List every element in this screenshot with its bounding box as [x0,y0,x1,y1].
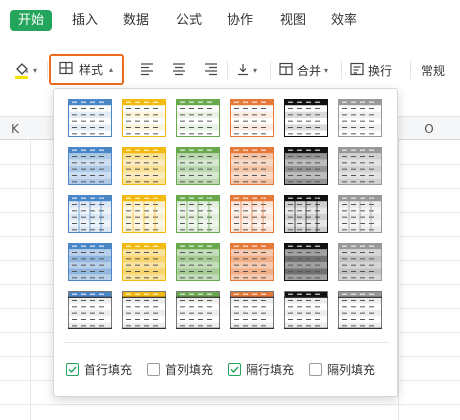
chevron-up-icon: ▴ [109,65,114,74]
align-bottom-icon [236,61,250,80]
table-style-swatch-5-1[interactable] [68,291,112,329]
toolbar-divider [47,61,48,79]
table-style-swatch-3-4[interactable] [230,195,274,233]
merge-cells-icon [279,61,293,80]
table-style-grid [68,99,386,339]
table-style-swatch-1-2[interactable] [122,99,166,137]
table-style-icon [59,60,73,79]
table-style-swatch-2-4[interactable] [230,147,274,185]
table-style-swatch-2-5[interactable] [284,147,328,185]
table-style-swatch-1-5[interactable] [284,99,328,137]
merge-label: 合并 [297,63,322,78]
chevron-down-icon: ▾ [253,65,258,75]
table-style-swatch-4-5[interactable] [284,243,328,281]
checkbox-first-column-fill[interactable] [147,362,160,376]
tab-view[interactable]: 视图 [280,10,306,31]
table-style-swatch-4-3[interactable] [176,243,220,281]
table-style-label: 样式 [79,63,104,77]
option-label: 首列填充 [165,362,214,377]
merge-button[interactable]: 合并 ▾ [279,52,328,88]
panel-divider [64,342,389,343]
checkbox-banded-rows-fill[interactable] [228,362,241,376]
table-style-swatch-5-6[interactable] [338,291,382,329]
option-label: 首行填充 [84,362,133,377]
option-banded-columns-fill[interactable]: 隔列填充 [309,359,375,379]
table-style-swatch-4-1[interactable] [68,243,112,281]
chevron-down-icon: ▾ [33,65,38,75]
align-right-icon [204,61,218,80]
table-style-swatch-3-2[interactable] [122,195,166,233]
table-style-swatch-5-2[interactable] [122,291,166,329]
vertical-align-button[interactable]: ▾ [236,52,257,88]
wrap-text-icon [350,61,364,80]
table-style-swatch-1-4[interactable] [230,99,274,137]
table-style-swatch-5-5[interactable] [284,291,328,329]
table-style-swatch-2-3[interactable] [176,147,220,185]
table-style-swatch-2-2[interactable] [122,147,166,185]
grid-line [30,140,31,420]
chevron-down-icon: ▾ [324,65,329,75]
number-format-button[interactable]: 常规 [421,52,445,88]
table-style-swatch-3-3[interactable] [176,195,220,233]
toolbar-divider [270,61,271,79]
align-left-button[interactable] [140,52,154,88]
option-label: 隔列填充 [327,362,376,377]
checkbox-banded-columns-fill[interactable] [309,362,322,376]
table-style-swatch-2-6[interactable] [338,147,382,185]
table-style-swatch-3-6[interactable] [338,195,382,233]
wrap-label: 换行 [368,63,393,78]
grid-line [398,140,399,420]
table-style-swatch-4-6[interactable] [338,243,382,281]
toolbar-divider [410,61,411,79]
tab-start[interactable]: 开始 [10,10,53,31]
option-first-row-fill[interactable]: 首行填充 [66,359,132,379]
table-style-swatch-3-1[interactable] [68,195,112,233]
table-style-swatch-5-3[interactable] [176,291,220,329]
align-left-icon [140,61,154,80]
tab-data[interactable]: 数据 [123,10,149,31]
number-format-label: 常规 [421,63,446,78]
table-style-swatch-1-3[interactable] [176,99,220,137]
option-first-column-fill[interactable]: 首列填充 [147,359,213,379]
fill-color-icon [14,60,30,80]
table-style-button[interactable]: 样式 ▴ [49,54,124,85]
table-style-swatch-1-6[interactable] [338,99,382,137]
table-style-swatch-3-5[interactable] [284,195,328,233]
toolbar-divider [227,61,228,79]
wrap-text-button[interactable]: 换行 [350,52,392,88]
table-style-swatch-2-1[interactable] [68,147,112,185]
table-style-swatch-4-2[interactable] [122,243,166,281]
tab-efficiency[interactable]: 效率 [331,10,357,31]
fill-color-button[interactable]: ▾ [14,52,37,88]
option-label: 隔行填充 [246,362,295,377]
align-center-button[interactable] [172,52,186,88]
align-center-icon [172,61,186,80]
spreadsheet-app: 开始 插入 数据 公式 协作 视图 效率 ▾ ▾ 合并 ▾ 换行 常规 样式 ▴… [0,0,460,420]
grid-line [0,404,460,405]
align-right-button[interactable] [204,52,218,88]
column-header-k[interactable]: K [0,117,30,141]
option-banded-rows-fill[interactable]: 隔行填充 [228,359,294,379]
column-header-o[interactable]: O [398,117,460,141]
table-style-swatch-5-4[interactable] [230,291,274,329]
tab-insert[interactable]: 插入 [72,10,98,31]
table-style-swatch-4-4[interactable] [230,243,274,281]
checkbox-first-row-fill[interactable] [66,362,79,376]
tab-formula[interactable]: 公式 [176,10,202,31]
table-style-panel: 首行填充 首列填充 隔行填充 隔列填充 [53,88,398,397]
toolbar-divider [341,61,342,79]
menu-bar: 开始 插入 数据 公式 协作 视图 效率 [0,0,460,40]
table-style-swatch-1-1[interactable] [68,99,112,137]
tab-collaborate[interactable]: 协作 [227,10,253,31]
fill-options: 首行填充 首列填充 隔行填充 隔列填充 [66,359,391,379]
